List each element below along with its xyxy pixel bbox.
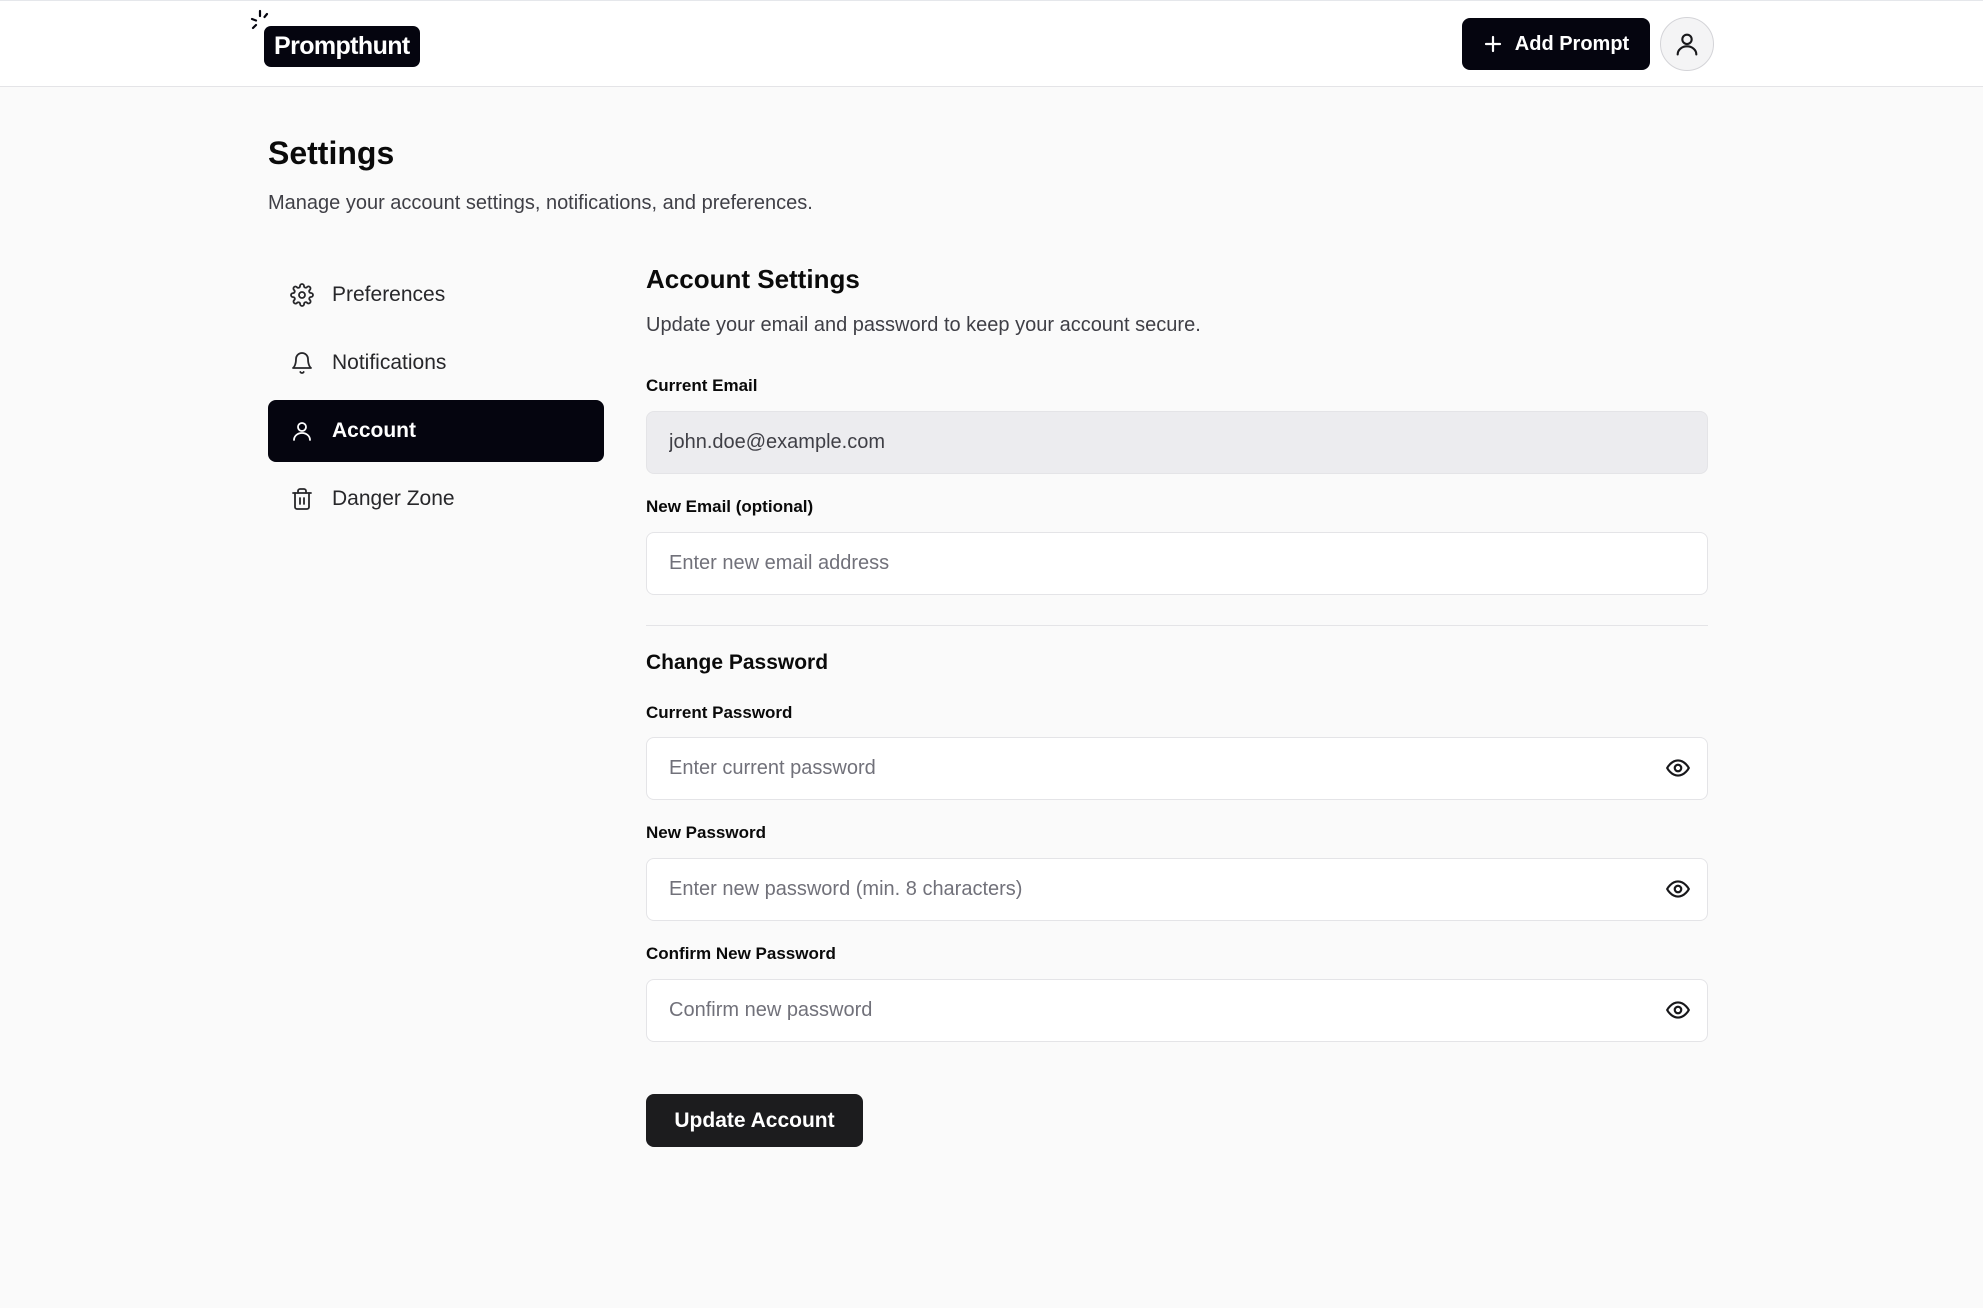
gear-icon <box>290 283 314 307</box>
sidebar-item-label: Danger Zone <box>332 487 455 510</box>
new-password-label: New Password <box>646 823 766 842</box>
sidebar-item-label: Preferences <box>332 283 446 306</box>
page-title: Settings <box>268 135 395 171</box>
user-icon <box>1676 33 1698 56</box>
settings-sidebar: Preferences Notifications Account Danger… <box>268 264 604 536</box>
toggle-confirm-password-visibility[interactable] <box>1664 996 1692 1024</box>
sidebar-item-label: Account <box>332 419 416 442</box>
add-prompt-label: Add Prompt <box>1514 32 1630 55</box>
new-email-label: New Email (optional) <box>646 497 814 516</box>
sidebar-item-preferences[interactable]: Preferences <box>268 264 604 326</box>
sidebar-item-label: Notifications <box>332 351 447 374</box>
page-subtitle: Manage your account settings, notificati… <box>268 192 813 214</box>
sidebar-item-notifications[interactable]: Notifications <box>268 332 604 394</box>
eye-icon <box>1666 759 1690 777</box>
user-icon <box>293 422 311 441</box>
current-email-label: Current Email <box>646 376 758 395</box>
new-email-field[interactable] <box>646 532 1708 595</box>
sidebar-item-account[interactable]: Account <box>268 400 604 462</box>
toggle-current-password-visibility[interactable] <box>1664 754 1692 782</box>
add-prompt-button[interactable]: Add Prompt <box>1462 18 1650 70</box>
trash-icon <box>292 488 312 510</box>
brand-logo[interactable]: Prompthunt <box>248 9 420 69</box>
current-email-field <box>646 411 1708 474</box>
new-password-field[interactable] <box>646 858 1708 921</box>
top-navbar: Prompthunt Add Prompt <box>0 0 1983 87</box>
confirm-password-field[interactable] <box>646 979 1708 1042</box>
section-subtitle: Update your email and password to keep y… <box>646 314 1201 336</box>
eye-icon <box>1666 1001 1690 1019</box>
section-divider <box>646 625 1708 626</box>
brand-name: Prompthunt <box>264 26 420 67</box>
change-password-title: Change Password <box>646 651 829 674</box>
section-title: Account Settings <box>646 264 860 294</box>
current-password-label: Current Password <box>646 703 793 722</box>
bell-icon <box>292 352 312 374</box>
current-password-field[interactable] <box>646 737 1708 800</box>
eye-icon <box>1666 880 1690 898</box>
update-account-button[interactable]: Update Account <box>646 1094 863 1147</box>
confirm-password-label: Confirm New Password <box>646 944 836 963</box>
toggle-new-password-visibility[interactable] <box>1664 875 1692 903</box>
plus-icon <box>1484 35 1501 53</box>
sidebar-item-danger-zone[interactable]: Danger Zone <box>268 468 604 530</box>
user-avatar-button[interactable] <box>1660 17 1714 71</box>
